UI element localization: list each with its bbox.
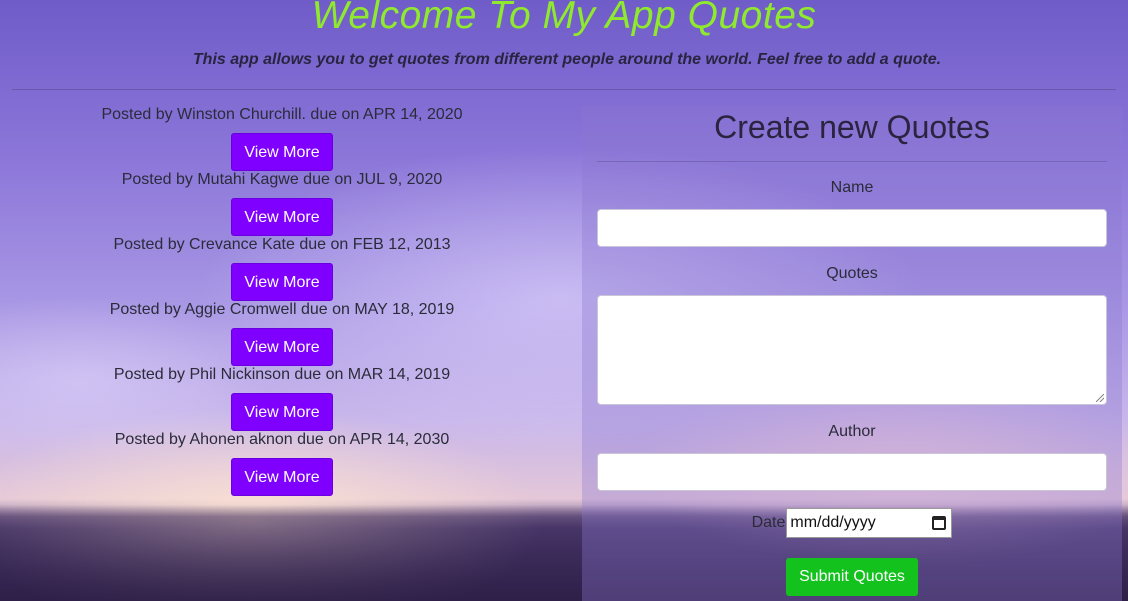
quote-posted-by: Posted by Winston Churchill. due on APR …	[101, 106, 463, 123]
quotes-list: Posted by Winston Churchill. due on APR …	[0, 104, 564, 496]
author-field[interactable]	[597, 453, 1107, 491]
view-more-button[interactable]: View More	[231, 328, 333, 366]
resize-handle-icon[interactable]	[1096, 394, 1104, 402]
date-label: Date	[751, 514, 786, 531]
form-divider	[597, 161, 1107, 162]
calendar-icon[interactable]	[932, 516, 947, 530]
list-item: Posted by Ahonen aknon due on APR 14, 20…	[0, 429, 564, 496]
form-title: Create new Quotes	[714, 109, 990, 145]
date-row: Date mm/dd/yyyy	[582, 508, 1122, 538]
quote-posted-by: Posted by Mutahi Kagwe due on JUL 9, 202…	[121, 171, 443, 188]
date-field[interactable]: mm/dd/yyyy	[786, 508, 953, 538]
header-divider	[12, 89, 1116, 90]
list-item: Posted by Winston Churchill. due on APR …	[0, 104, 564, 171]
view-more-button[interactable]: View More	[231, 263, 333, 301]
quote-posted-by: Posted by Aggie Cromwell due on MAY 18, …	[109, 301, 455, 318]
view-more-button[interactable]: View More	[231, 393, 333, 431]
page-title: Welcome To My App Quotes	[311, 0, 817, 37]
list-item: Posted by Mutahi Kagwe due on JUL 9, 202…	[0, 169, 564, 236]
name-field[interactable]	[597, 209, 1107, 247]
quote-posted-by: Posted by Phil Nickinson due on MAR 14, …	[113, 366, 451, 383]
quote-posted-by: Posted by Ahonen aknon due on APR 14, 20…	[114, 431, 450, 448]
quote-posted-by: Posted by Crevance Kate due on FEB 12, 2…	[113, 236, 451, 253]
name-label: Name	[830, 179, 874, 196]
page-subtitle: This app allows you to get quotes from d…	[192, 51, 942, 68]
submit-quotes-button[interactable]: Submit Quotes	[786, 558, 918, 596]
date-placeholder: mm/dd/yyyy	[790, 514, 876, 531]
quotes-label: Quotes	[826, 265, 878, 282]
list-item: Posted by Phil Nickinson due on MAR 14, …	[0, 364, 564, 431]
list-item: Posted by Aggie Cromwell due on MAY 18, …	[0, 299, 564, 366]
create-quote-form: Create new Quotes Name Quotes Author Dat…	[582, 106, 1122, 601]
view-more-button[interactable]: View More	[231, 198, 333, 236]
list-item: Posted by Crevance Kate due on FEB 12, 2…	[0, 234, 564, 301]
view-more-button[interactable]: View More	[231, 458, 333, 496]
author-label: Author	[828, 423, 876, 440]
view-more-button[interactable]: View More	[231, 133, 333, 171]
quotes-textarea[interactable]	[597, 295, 1107, 405]
